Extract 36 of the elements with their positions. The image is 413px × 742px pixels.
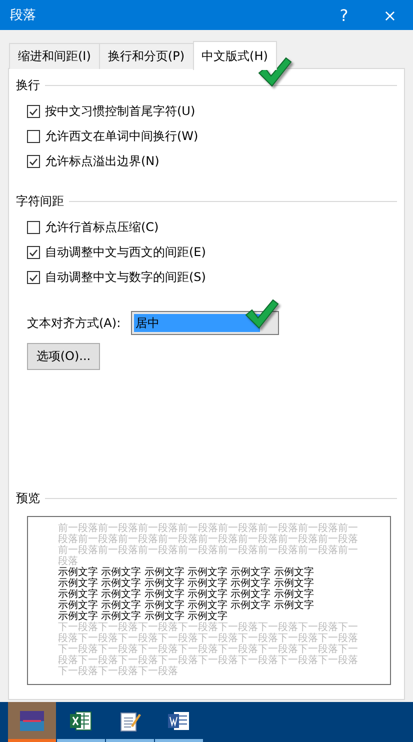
help-button[interactable]: ?: [321, 0, 367, 30]
window-title: 段落: [10, 7, 37, 24]
checkbox[interactable]: [27, 105, 40, 118]
checkbox-label[interactable]: 自动调整中文与西文的间距(E): [45, 244, 206, 261]
checkbox[interactable]: [27, 271, 40, 284]
sample-text-line: 示例文字 示例文字 示例文字 示例文字 示例文字 示例文字: [58, 578, 314, 589]
previous-paragraph: 前一段落前一段落前一段落前一段落前一段落前一段落前一段落前一段落前一段落前一段落前一段落前一段落前一段落前一段落前一段落前一段落前一段落前一段落前一段落前一段落前一段落前一段落前一段落: [58, 523, 359, 567]
section-heading: 预览: [16, 490, 40, 507]
tab[interactable]: 中文版式(H): [192, 41, 277, 70]
close-button[interactable]: ×: [367, 0, 413, 30]
notepad-icon: [119, 710, 141, 732]
checkbox[interactable]: [27, 130, 40, 143]
checkbox[interactable]: [27, 221, 40, 234]
checkbox[interactable]: [27, 155, 40, 168]
word-icon: [168, 710, 190, 730]
tab[interactable]: 缩进和间距(I): [9, 43, 100, 69]
next-paragraph: 下一段落下一段落下一段落下一段落下一段落下一段落下一段落下一段落下一段落下一段落下一段落下一段落下一段落下一段落下一段落下一段落下一段落下一段落下一段落下一段落下一段落下一段落下一段落下一段落下一段落下一段落下一段落下一段落下一段落下一段落下一段落下一段落下一段落: [58, 622, 359, 677]
section-heading: 字符间距: [16, 193, 64, 210]
checkbox[interactable]: [27, 246, 40, 259]
alignment-label: 文本对齐方式(A):: [27, 314, 121, 332]
sample-text-line: 示例文字 示例文字 示例文字 示例文字: [58, 611, 228, 622]
checkbox-label[interactable]: 自动调整中文与数字的间距(S): [45, 269, 206, 286]
checkbox-label[interactable]: 允许行首标点压缩(C): [45, 219, 159, 236]
checkbox-label[interactable]: 允许标点溢出边界(N): [45, 153, 160, 170]
section-heading: 换行: [16, 77, 40, 94]
thumbnail-icon: [20, 710, 44, 730]
sample-text-line: 示例文字 示例文字 示例文字 示例文字 示例文字 示例文字: [58, 589, 314, 600]
tab[interactable]: 换行和分页(P): [98, 43, 194, 69]
options-button[interactable]: 选项(O)...: [27, 343, 100, 370]
sample-text-line: 示例文字 示例文字 示例文字 示例文字 示例文字 示例文字: [58, 567, 314, 578]
excel-icon: [70, 710, 92, 730]
alignment-dropdown[interactable]: 居中: [130, 311, 279, 335]
checkbox-label[interactable]: 允许西文在单词中间换行(W): [45, 128, 198, 145]
sample-text-line: 示例文字 示例文字 示例文字 示例文字 示例文字 示例文字: [58, 600, 314, 611]
check-icon: [243, 297, 279, 331]
checkbox-label[interactable]: 按中文习惯控制首尾字符(U): [45, 103, 196, 120]
